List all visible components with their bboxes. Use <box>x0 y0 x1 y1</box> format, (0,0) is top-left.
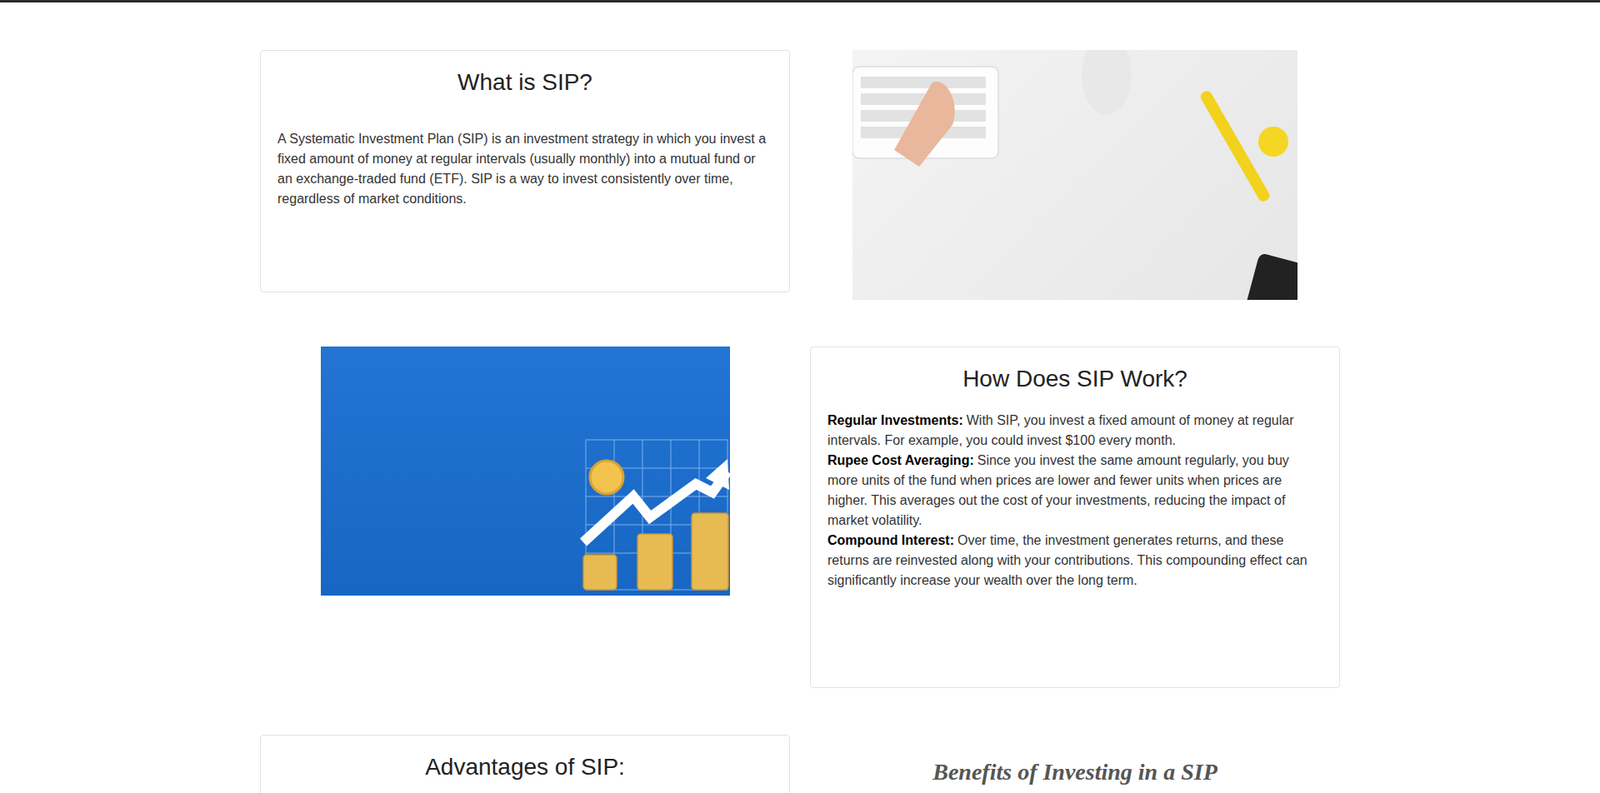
advantages-column: Advantages of SIP: <box>250 735 800 793</box>
image-column <box>250 346 800 689</box>
benefits-heading: Benefits of Investing in a SIP <box>810 758 1340 787</box>
card-title: How Does SIP Work? <box>827 364 1323 395</box>
what-is-sip-card: What is SIP? A Systematic Investment Plan… <box>260 50 790 293</box>
how-sip-works-row: How Does SIP Work? Regular Investments:Wi… <box>250 346 1350 689</box>
how-sip-works-card: How Does SIP Work? Regular Investments:Wi… <box>810 346 1340 689</box>
point-label: Regular Investments: <box>827 413 964 428</box>
point-item: Regular Investments:With SIP, you invest… <box>827 410 1323 451</box>
what-is-sip-row: What is SIP? A Systematic Investment Plan… <box>250 50 1350 300</box>
point-label: Compound Interest: <box>827 533 955 548</box>
growth-chart-icon <box>320 346 730 596</box>
what-is-sip-image <box>852 50 1298 300</box>
keyboard-icon <box>852 50 1298 300</box>
card-title: What is SIP? <box>277 67 773 98</box>
page-content: What is SIP? A Systematic Investment Plan… <box>250 2 1350 793</box>
card-title: Advantages of SIP: <box>277 752 773 783</box>
how-sip-works-column: How Does SIP Work? Regular Investments:Wi… <box>800 346 1350 689</box>
benefits-column: Benefits of Investing in a SIP <box>800 735 1350 793</box>
advantages-row: Advantages of SIP: Benefits of Investing … <box>250 735 1350 793</box>
what-is-sip-column: What is SIP? A Systematic Investment Plan… <box>250 50 800 300</box>
image-column <box>800 50 1350 300</box>
point-item: Rupee Cost Averaging:Since you invest th… <box>827 450 1323 531</box>
point-item: Compound Interest:Over time, the investm… <box>827 530 1323 591</box>
how-sip-works-image <box>320 346 730 596</box>
card-text: A Systematic Investment Plan (SIP) is an… <box>277 129 773 210</box>
points-list: Regular Investments:With SIP, you invest… <box>827 410 1323 591</box>
point-label: Rupee Cost Averaging: <box>827 453 975 468</box>
advantages-card: Advantages of SIP: <box>260 735 790 793</box>
